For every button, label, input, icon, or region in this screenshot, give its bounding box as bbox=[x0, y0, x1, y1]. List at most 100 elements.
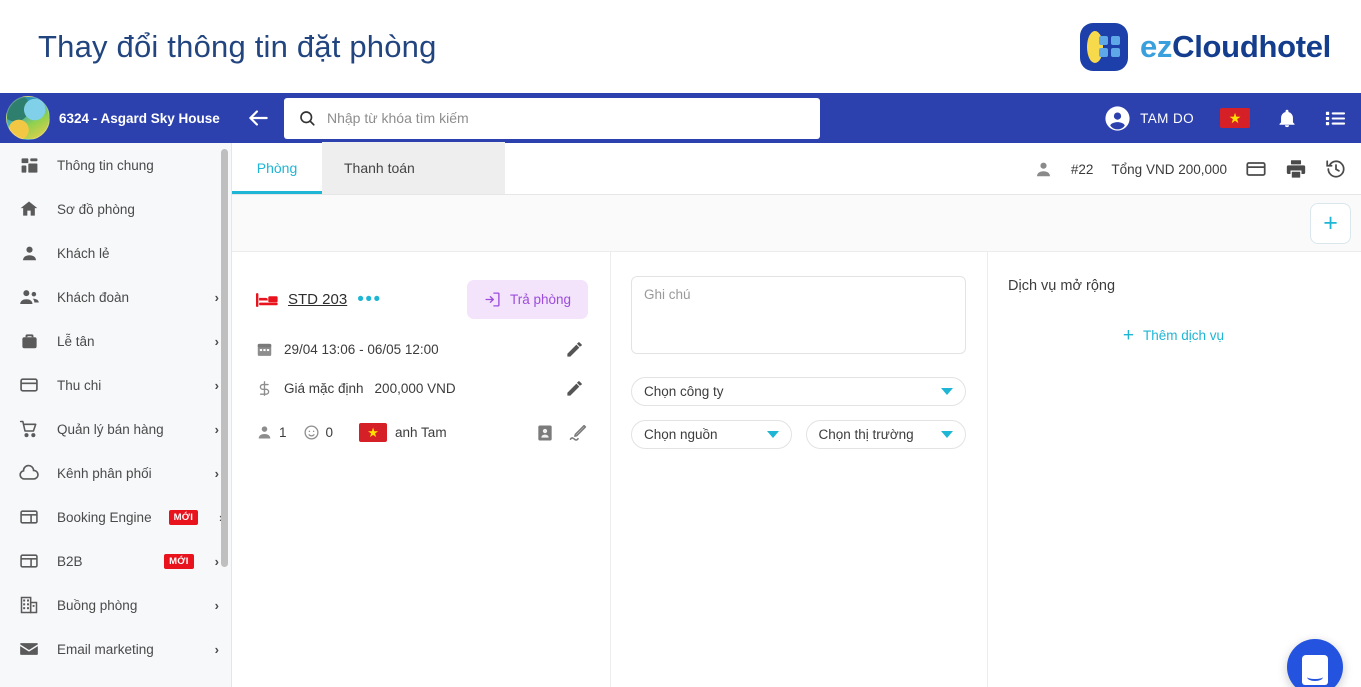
guest-name: anh Tam bbox=[395, 425, 447, 440]
hotel-avatar bbox=[6, 96, 50, 140]
brand-logo: ezCloudhotel bbox=[1079, 22, 1331, 71]
sidebar-item-le-tan[interactable]: Lễ tân › bbox=[0, 319, 231, 363]
calendar-icon bbox=[256, 341, 273, 358]
badge-new: MỚI bbox=[164, 553, 194, 569]
price-value: 200,000 VND bbox=[374, 381, 456, 396]
chevron-right-icon: › bbox=[214, 553, 219, 569]
tab-thanh-toan[interactable]: Thanh toán bbox=[322, 142, 437, 194]
intercom-chat-icon[interactable] bbox=[1287, 639, 1343, 687]
sidebar-item-b2b[interactable]: B2B MỚI › bbox=[0, 539, 231, 583]
history-icon[interactable] bbox=[1325, 158, 1347, 180]
room-name[interactable]: STD 203 bbox=[288, 291, 347, 308]
sidebar-scrollbar[interactable] bbox=[221, 149, 228, 567]
source-market-row: Chọn nguồn Chọn thị trường bbox=[631, 420, 966, 449]
search-input[interactable] bbox=[327, 110, 806, 126]
id-card-icon[interactable] bbox=[535, 423, 555, 443]
sidebar-item-label: Thu chi bbox=[57, 377, 102, 393]
person-icon bbox=[256, 424, 273, 441]
chevron-down-icon bbox=[766, 431, 779, 438]
checkout-button[interactable]: Trả phòng bbox=[466, 280, 588, 319]
user-name: TAM DO bbox=[1140, 110, 1194, 126]
price-label: Giá mặc định bbox=[284, 381, 364, 396]
chevron-right-icon: › bbox=[214, 465, 219, 481]
sidebar-item-buong-phong[interactable]: Buồng phòng › bbox=[0, 583, 231, 627]
sidebar-item-label: Quản lý bán hàng bbox=[57, 421, 164, 437]
envelope-icon bbox=[18, 638, 40, 660]
sidebar-item-label: Kênh phân phối bbox=[57, 465, 152, 481]
page-title: Thay đổi thông tin đặt phòng bbox=[38, 28, 437, 64]
cloud-icon bbox=[18, 462, 40, 484]
source-select[interactable]: Chọn nguồn bbox=[631, 420, 792, 449]
chevron-right-icon: › bbox=[214, 597, 219, 613]
sidebar-item-thu-chi[interactable]: Thu chi › bbox=[0, 363, 231, 407]
sidebar-item-label: Buồng phòng bbox=[57, 597, 138, 613]
adults-value: 1 bbox=[279, 425, 287, 440]
children-count: 0 bbox=[303, 424, 333, 441]
briefcase-icon bbox=[18, 330, 40, 352]
person-icon bbox=[1034, 160, 1053, 179]
shopping-cart-icon bbox=[18, 418, 40, 440]
services-title: Dịch vụ mở rộng bbox=[1008, 278, 1116, 294]
guest-row: 1 0 ★ anh Tam bbox=[256, 423, 588, 442]
company-select[interactable]: Chọn công ty bbox=[631, 377, 966, 406]
arrow-left-icon bbox=[245, 105, 271, 131]
tab-bar: Phòng Thanh toán #22 Tổng VND 200,000 bbox=[232, 142, 1361, 195]
search-box[interactable] bbox=[284, 97, 820, 139]
sidebar-item-label: Sơ đồ phòng bbox=[57, 201, 135, 217]
printer-icon[interactable] bbox=[1285, 158, 1307, 180]
booking-form-panel: Chọn công ty Chọn nguồn Chọn thị trường bbox=[610, 252, 988, 687]
adults-count: 1 bbox=[256, 424, 287, 441]
sidebar-item-khach-le[interactable]: Khách lẻ bbox=[0, 231, 231, 275]
credit-card-icon[interactable] bbox=[1245, 158, 1267, 180]
tab-label: Phòng bbox=[256, 160, 298, 176]
room-panel: STD 203 ••• Trả phòng 29/04 13:06 - 06/0… bbox=[232, 252, 610, 687]
market-select[interactable]: Chọn thị trường bbox=[805, 420, 966, 449]
add-service-button[interactable]: + Thêm dịch vụ bbox=[1008, 326, 1339, 345]
more-dots-icon[interactable]: ••• bbox=[357, 290, 381, 309]
sidebar-item-email-marketing[interactable]: Email marketing › bbox=[0, 627, 231, 671]
sidebar-item-thong-tin-chung[interactable]: Thông tin chung bbox=[0, 143, 231, 187]
add-room-button[interactable]: + bbox=[1310, 203, 1351, 244]
bell-icon[interactable] bbox=[1276, 107, 1298, 129]
web-layout-icon bbox=[18, 550, 40, 572]
sidebar-item-label: B2B bbox=[57, 553, 83, 569]
sidebar-item-quan-ly-ban-hang[interactable]: Quản lý bán hàng › bbox=[0, 407, 231, 451]
user-menu[interactable]: TAM DO bbox=[1103, 104, 1194, 133]
stay-dates: 29/04 13:06 - 06/05 12:00 bbox=[284, 342, 439, 357]
sidebar-item-booking-engine[interactable]: Booking Engine MỚI › bbox=[0, 495, 231, 539]
appbar-actions: TAM DO ★ bbox=[1103, 93, 1347, 143]
web-layout-icon bbox=[18, 506, 40, 528]
hotel-selector[interactable]: 6324 - Asgard Sky House bbox=[0, 93, 232, 143]
signature-icon[interactable] bbox=[567, 422, 588, 443]
dashboard-icon bbox=[18, 154, 40, 176]
app-bar: 6324 - Asgard Sky House Nhập từ khóa tìm… bbox=[0, 93, 1361, 143]
group-icon bbox=[18, 286, 40, 308]
vietnam-flag-icon: ★ bbox=[359, 423, 388, 442]
sidebar-item-label: Email marketing bbox=[57, 641, 154, 657]
pencil-icon[interactable] bbox=[565, 379, 584, 398]
sidebar-item-so-do-phong[interactable]: Sơ đồ phòng bbox=[0, 187, 231, 231]
chevron-right-icon: › bbox=[214, 377, 219, 393]
ezcloudhotel-logo-icon bbox=[1079, 22, 1128, 71]
tab-phong[interactable]: Phòng bbox=[232, 142, 322, 194]
action-bar: + bbox=[232, 195, 1361, 252]
bed-icon bbox=[256, 292, 278, 308]
guest-actions bbox=[535, 422, 588, 443]
back-button[interactable] bbox=[232, 93, 284, 143]
tab-label: Thanh toán bbox=[344, 160, 415, 176]
sidebar-item-kenh-phan-phoi[interactable]: Kênh phân phối › bbox=[0, 451, 231, 495]
credit-card-icon bbox=[18, 374, 40, 396]
sidebar-item-label: Thông tin chung bbox=[57, 157, 154, 173]
note-textarea[interactable] bbox=[631, 276, 966, 354]
chevron-down-icon bbox=[941, 431, 953, 438]
dollar-icon bbox=[256, 380, 273, 397]
chevron-right-icon: › bbox=[214, 333, 219, 349]
page-header: Thay đổi thông tin đặt phòng ezCloudhote… bbox=[0, 0, 1361, 93]
vietnam-flag-icon[interactable]: ★ bbox=[1220, 108, 1250, 128]
list-menu-icon[interactable] bbox=[1324, 107, 1347, 130]
source-select-label: Chọn nguồn bbox=[644, 427, 718, 442]
person-icon bbox=[18, 242, 40, 264]
pencil-icon[interactable] bbox=[565, 340, 584, 359]
sidebar-item-khach-doan[interactable]: Khách đoàn › bbox=[0, 275, 231, 319]
checkout-exit-icon bbox=[484, 291, 501, 308]
